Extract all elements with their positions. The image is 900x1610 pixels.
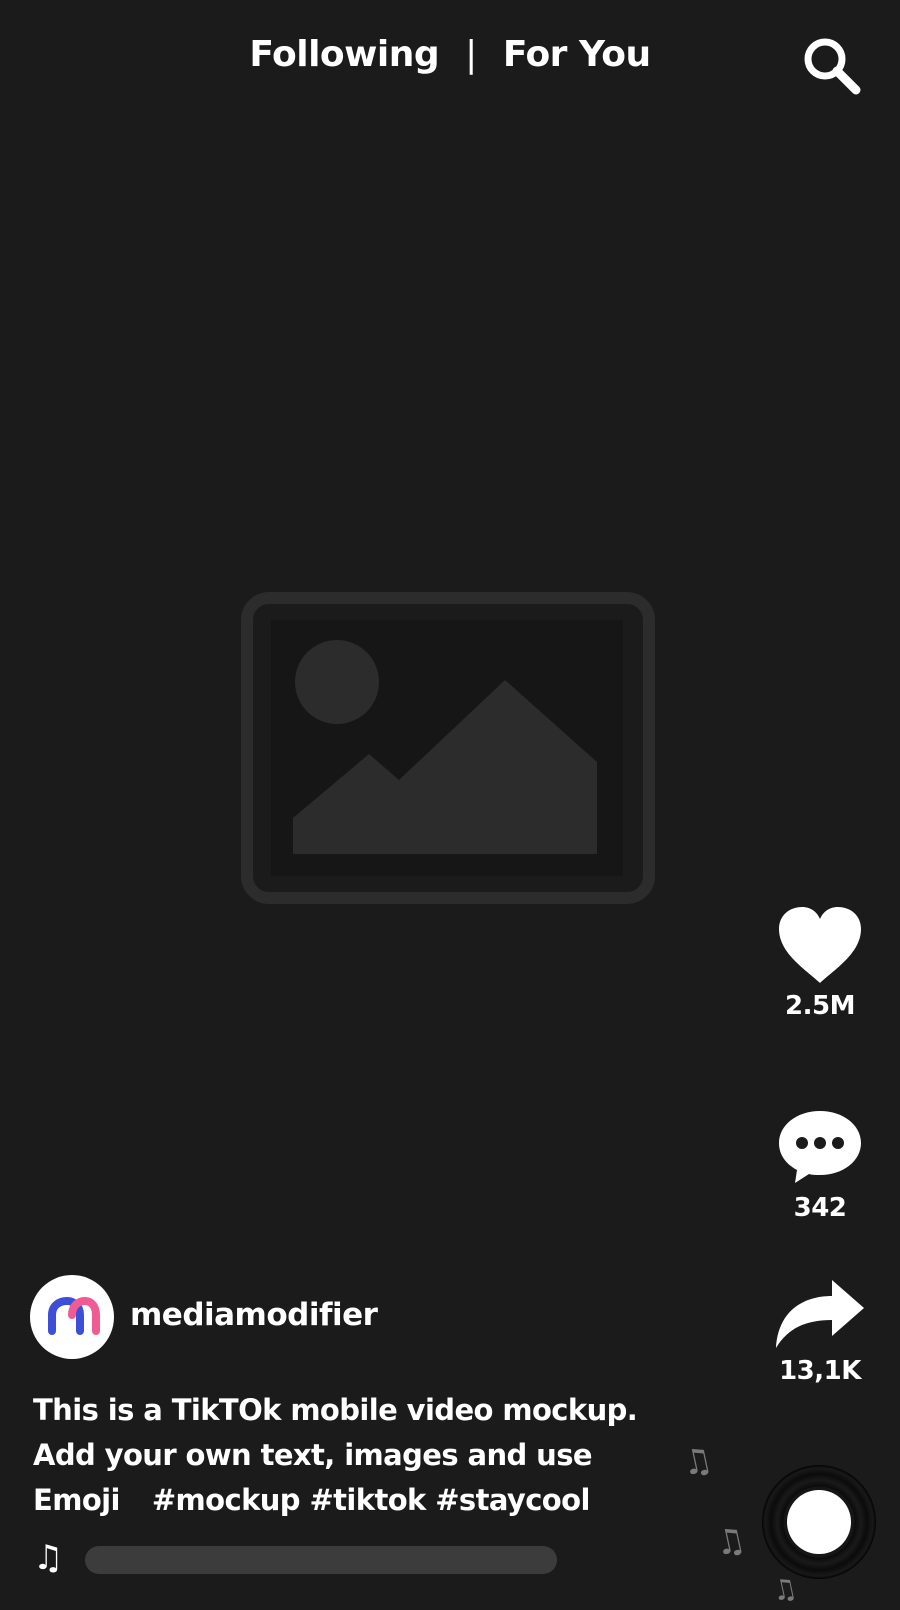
like-count: 2.5M (785, 991, 855, 1021)
caption-line-3: Emoji #mockup #tiktok #staycool (33, 1478, 693, 1523)
username[interactable]: mediamodifier (130, 1297, 378, 1333)
share-button[interactable]: 13,1K (760, 1278, 880, 1386)
music-track-placeholder (85, 1546, 557, 1574)
like-button[interactable]: 2.5M (760, 905, 880, 1021)
floating-music-note-icon: ♫ (678, 1439, 717, 1485)
side-actions: 2.5M 342 13,1K (760, 0, 880, 1600)
comment-bubble-icon (779, 1111, 861, 1183)
mediamodifier-logo-icon (48, 1296, 100, 1335)
share-count: 13,1K (779, 1356, 861, 1386)
music-note-icon: ♫ (33, 1538, 64, 1578)
comment-count: 342 (793, 1193, 847, 1223)
share-arrow-icon (776, 1280, 864, 1348)
comment-button[interactable]: 342 (760, 1107, 880, 1223)
disc-center (787, 1490, 851, 1554)
caption-line-2: Add your own text, images and use (33, 1438, 593, 1472)
floating-music-note-icon: ♫ (711, 1519, 750, 1565)
caption-emoji-text: Emoji (33, 1483, 120, 1517)
tab-for-you[interactable]: For You (503, 34, 651, 75)
image-placeholder-icon (241, 592, 655, 904)
tab-following[interactable]: Following (249, 34, 439, 75)
caption-line-1: This is a TikTOk mobile video mockup. (33, 1393, 638, 1427)
tab-separator: | (465, 33, 477, 75)
caption-hashtags[interactable]: #mockup #tiktok #staycool (152, 1483, 591, 1517)
heart-icon (779, 907, 861, 983)
video-caption: This is a TikTOk mobile video mockup. Ad… (33, 1388, 693, 1523)
music-disc-icon[interactable] (763, 1466, 875, 1578)
video-placeholder (241, 592, 655, 904)
avatar[interactable] (30, 1275, 114, 1359)
music-bar[interactable]: ♫ (33, 1540, 563, 1580)
